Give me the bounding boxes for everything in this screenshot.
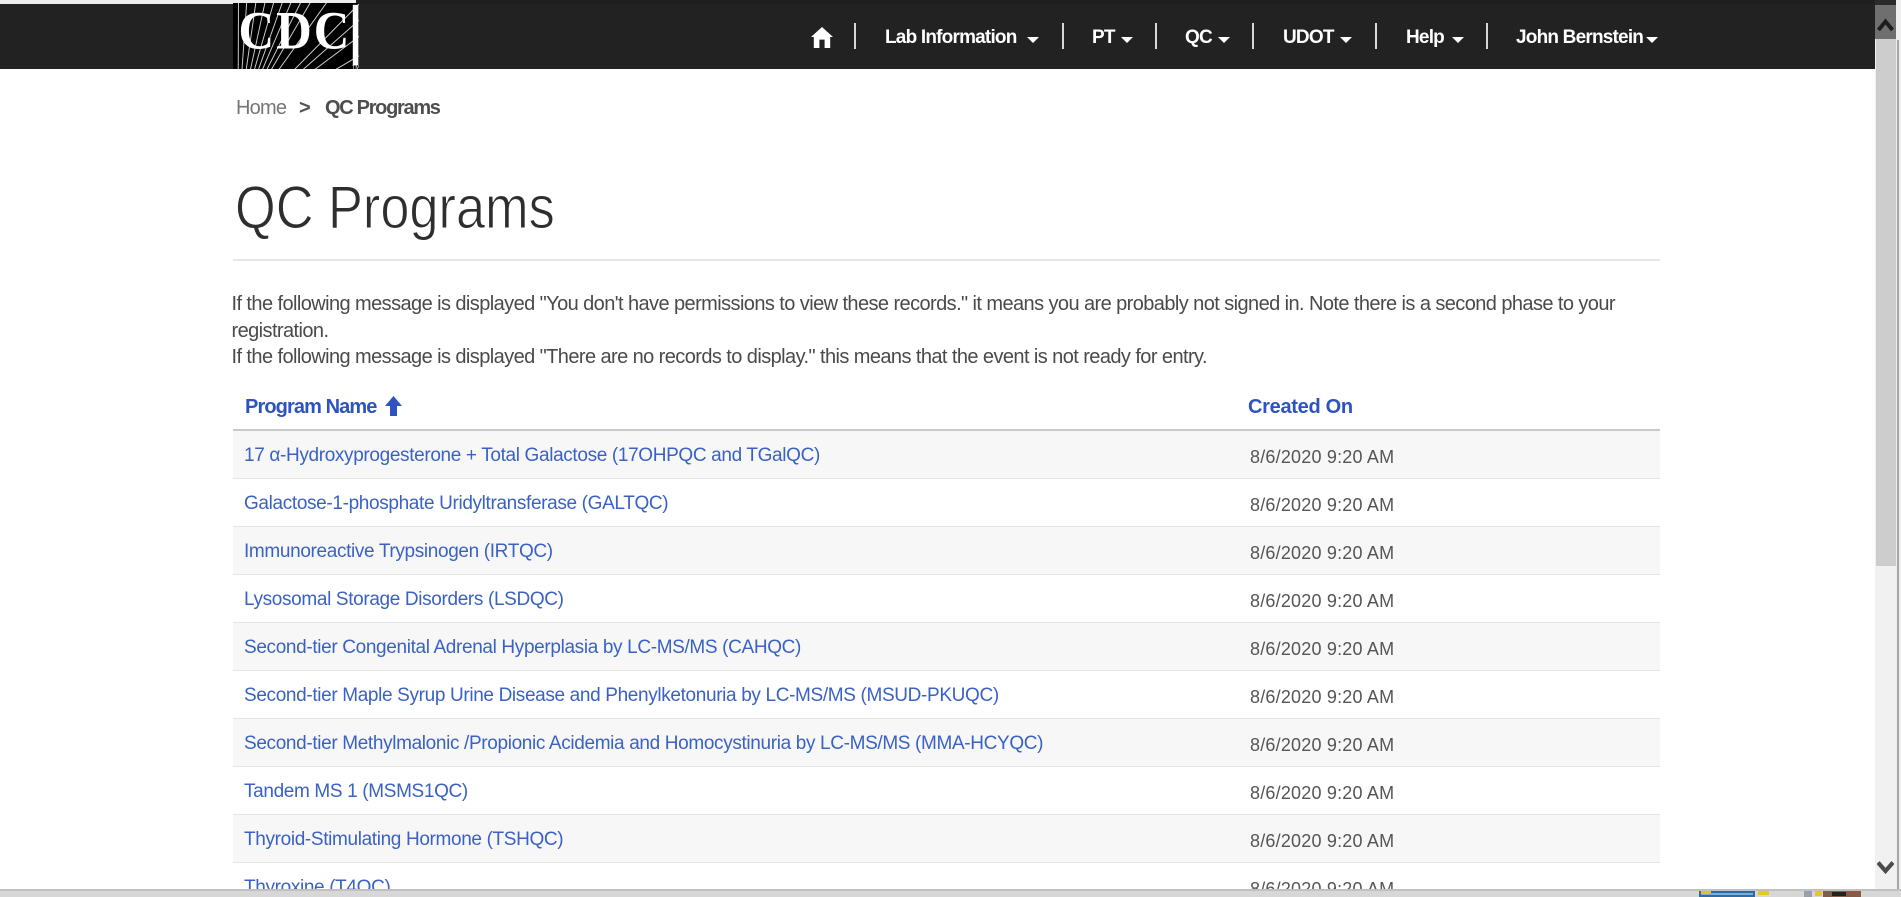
svg-text:TM: TM	[352, 65, 359, 69]
svg-text:CDC: CDC	[239, 3, 352, 61]
